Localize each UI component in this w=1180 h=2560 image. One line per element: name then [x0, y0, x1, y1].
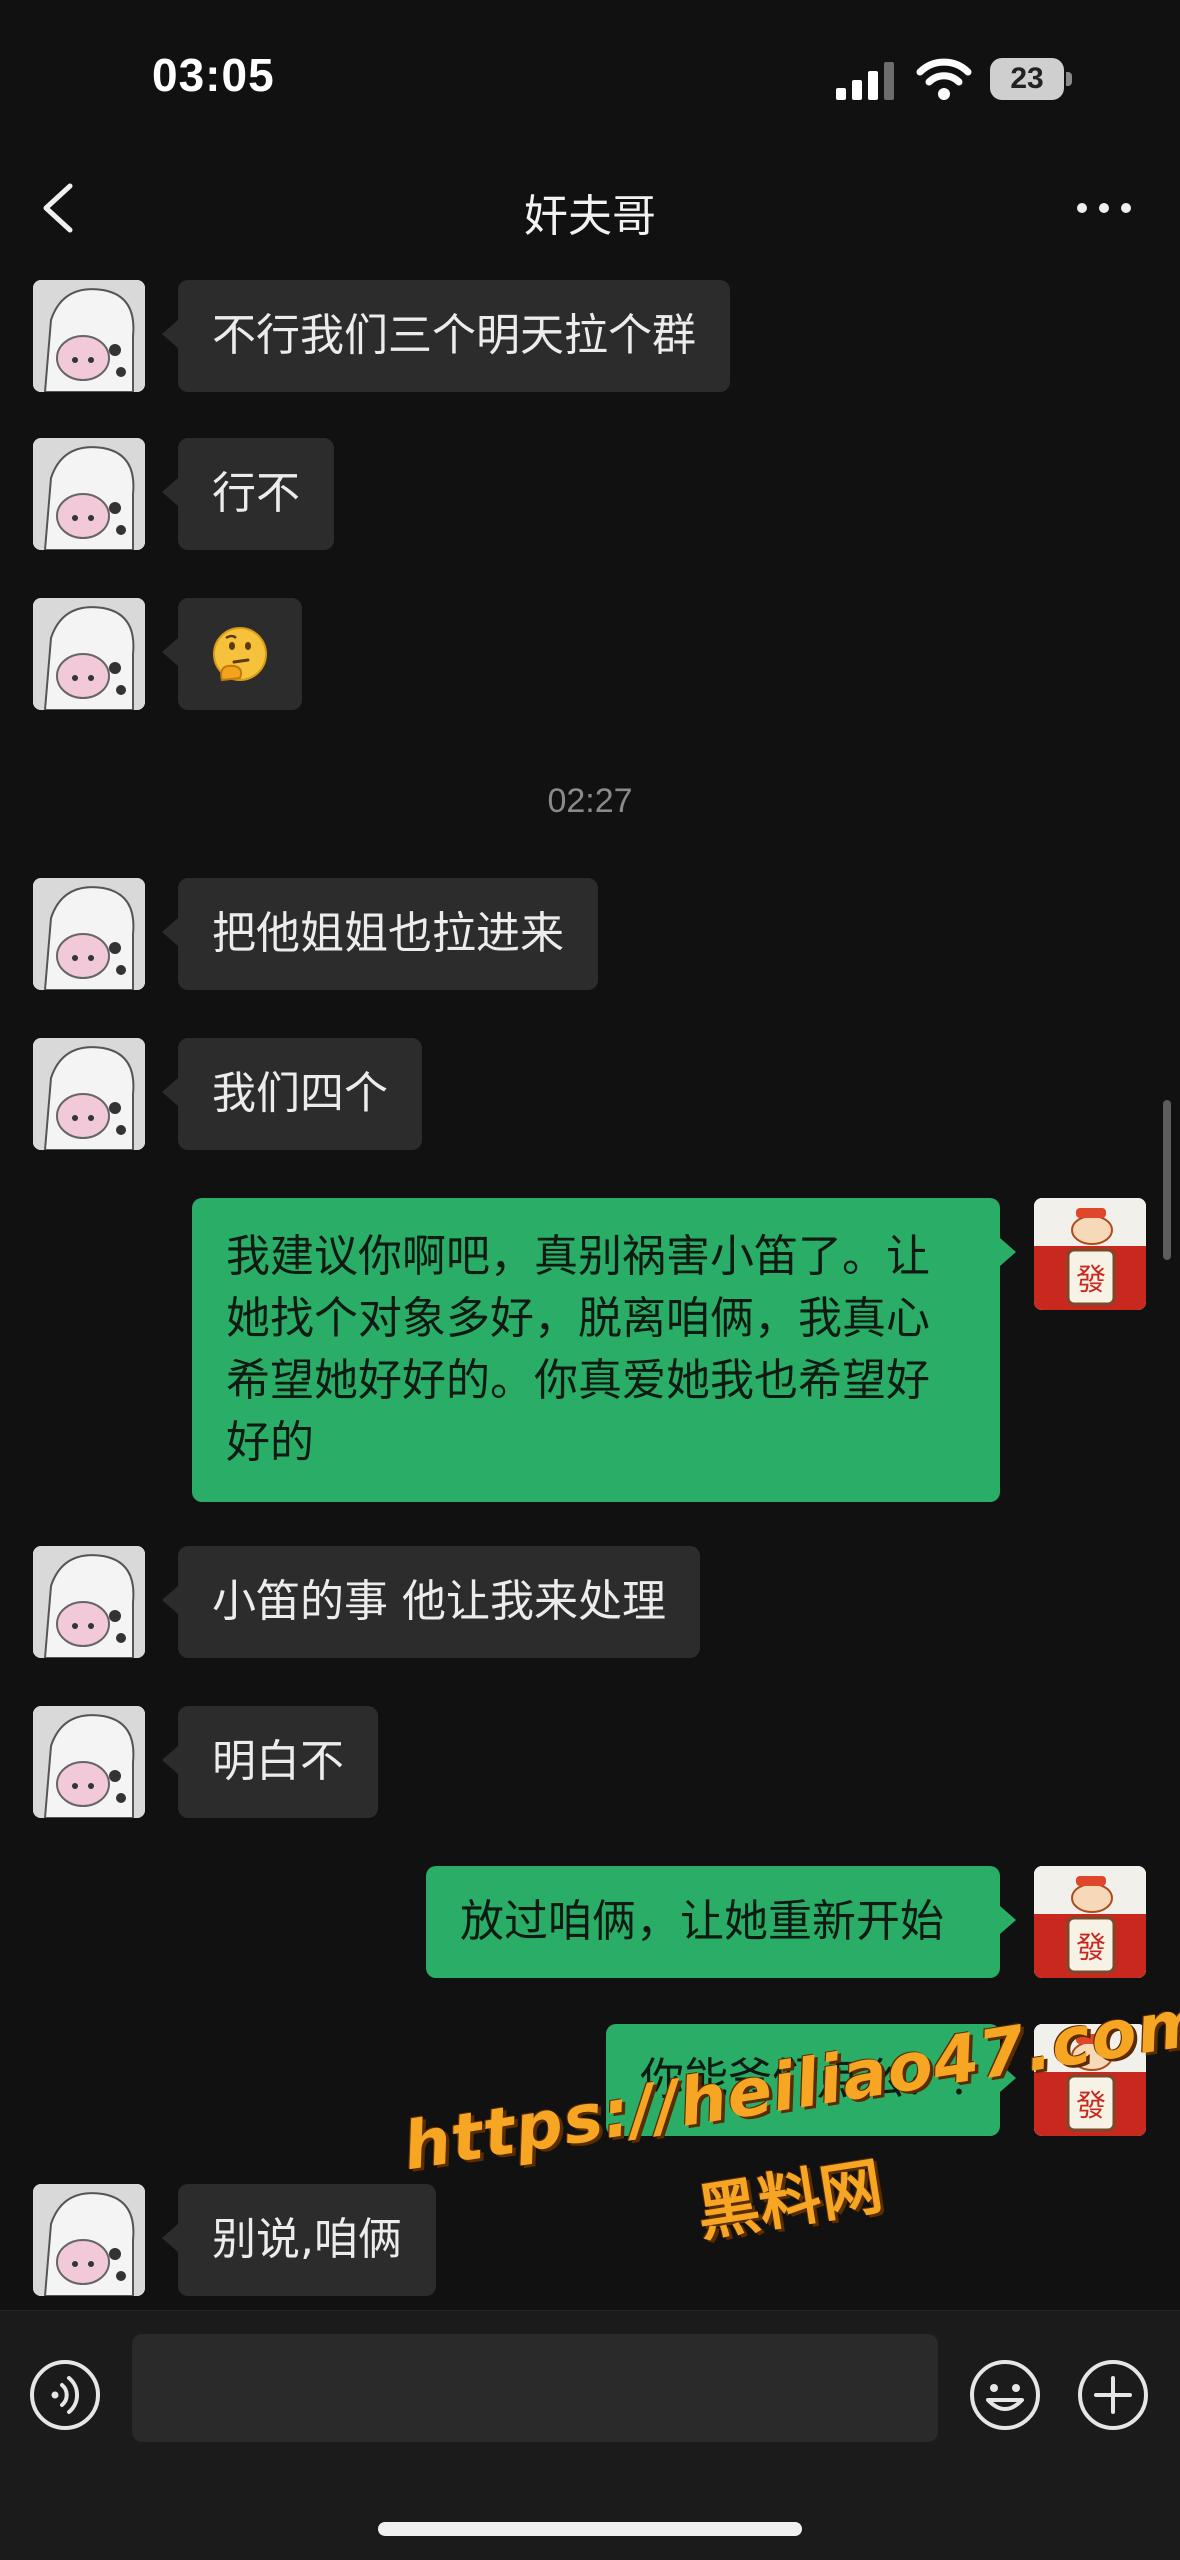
message-bubble-incoming[interactable]: 别说,咱俩 [162, 2184, 436, 2296]
friend-avatar-image [33, 2184, 145, 2296]
friend-avatar-image [33, 1038, 145, 1150]
message-bubble-incoming[interactable]: 我们四个 [162, 1038, 422, 1150]
friend-avatar-image [33, 878, 145, 990]
friend-avatar-image [33, 598, 145, 710]
emoji-icon[interactable] [968, 2358, 1042, 2432]
friend-avatar[interactable] [33, 280, 145, 392]
battery-level: 23 [1010, 62, 1044, 95]
chat-timestamp: 02:27 [547, 782, 633, 820]
more-dots-icon[interactable] [1072, 188, 1136, 228]
message-line: 我建议你啊吧，真别祸害小笛了。让 [226, 1231, 930, 1282]
friend-avatar[interactable] [33, 2184, 145, 2296]
message-bubble-incoming[interactable] [162, 598, 302, 710]
svg-text:發: 發 [1076, 1931, 1106, 1966]
message-bubble-incoming[interactable]: 明白不 [162, 1706, 378, 1818]
friend-avatar[interactable] [33, 1038, 145, 1150]
friend-avatar-image [33, 1546, 145, 1658]
message-line: 好的 [226, 1417, 314, 1468]
message-bubble-incoming[interactable]: 行不 [162, 438, 334, 550]
message-bubble-outgoing[interactable]: 我建议你啊吧，真别祸害小笛了。让 她找个对象多好，脱离咱俩，我真心 希望她好好的… [192, 1198, 1016, 1502]
message-bubble-outgoing[interactable]: 放过咱俩，让她重新开始 [426, 1866, 1016, 1978]
message-bubble-incoming[interactable]: 小笛的事 他让我来处理 [162, 1546, 700, 1658]
battery-icon: 23 [990, 58, 1072, 100]
svg-text:發: 發 [1076, 2089, 1106, 2124]
my-avatar[interactable]: 發 [1034, 1198, 1146, 1310]
my-avatar[interactable]: 發 [1034, 1866, 1146, 1978]
scrollbar[interactable] [1163, 1100, 1171, 1260]
message-bubble-incoming[interactable]: 把他姐姐也拉进来 [162, 878, 598, 990]
friend-avatar-image [33, 1706, 145, 1818]
status-time: 03:05 [152, 49, 275, 101]
message-input[interactable] [132, 2334, 938, 2442]
friend-avatar[interactable] [33, 438, 145, 550]
my-avatar[interactable]: 發 [1034, 2024, 1146, 2136]
friend-avatar[interactable] [33, 598, 145, 710]
friend-avatar-image [33, 280, 145, 392]
svg-text:發: 發 [1076, 1263, 1106, 1298]
chat-screen: 03:05 23 奸夫哥 不行我们三个明天拉个群 行不 02:27 把他姐姐也拉… [0, 0, 1180, 2560]
friend-avatar[interactable] [33, 1706, 145, 1818]
home-indicator[interactable] [378, 2522, 802, 2536]
voice-icon[interactable] [28, 2358, 102, 2432]
friend-avatar[interactable] [33, 1546, 145, 1658]
my-avatar-image: 發 [1034, 2024, 1146, 2136]
friend-avatar[interactable] [33, 878, 145, 990]
thinking-face-emoji-icon [213, 627, 267, 682]
friend-avatar-image [33, 438, 145, 550]
wifi-icon [916, 58, 972, 100]
message-line: 她找个对象多好，脱离咱俩，我真心 [226, 1293, 930, 1344]
my-avatar-image: 發 [1034, 1866, 1146, 1978]
plus-icon[interactable] [1076, 2358, 1150, 2432]
message-bubble-outgoing[interactable]: 你能爷们点么？！ [606, 2024, 1016, 2136]
message-bubble-incoming[interactable]: 不行我们三个明天拉个群 [162, 280, 730, 392]
my-avatar-image: 發 [1034, 1198, 1146, 1310]
chat-title: 奸夫哥 [524, 191, 656, 242]
cellular-signal-icon [836, 62, 894, 100]
battery-tip [1066, 72, 1072, 86]
message-line: 希望她好好的。你真爱她我也希望好 [226, 1355, 930, 1406]
watermark-name: 黑料网 [692, 2149, 888, 2251]
